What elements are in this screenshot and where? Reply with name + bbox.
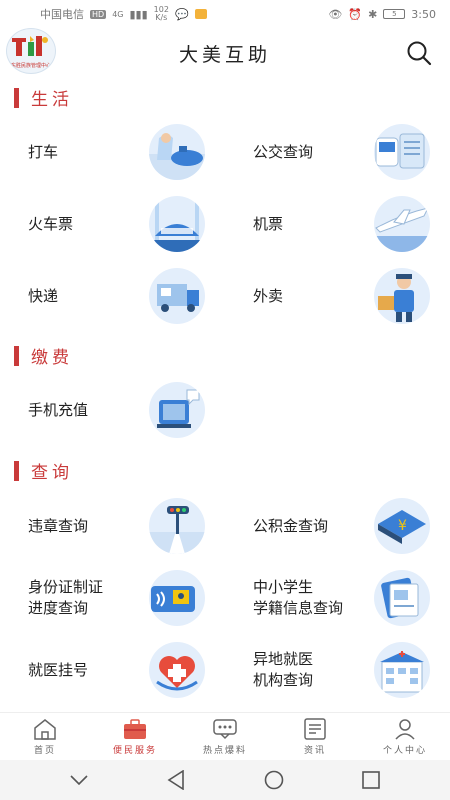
service-provident-fund-query[interactable]: 公积金查询 ¥ bbox=[225, 494, 450, 558]
collapse-button[interactable] bbox=[67, 768, 91, 792]
nav-hot-tips[interactable]: 热点爆料 bbox=[180, 713, 270, 760]
speed-label: 102 K/s bbox=[153, 5, 169, 22]
carrier-label: 中国电信 bbox=[40, 8, 84, 21]
recents-button[interactable] bbox=[359, 768, 383, 792]
nav-home[interactable]: 首页 bbox=[0, 713, 90, 760]
airplane-icon bbox=[374, 196, 430, 252]
system-navigation-bar bbox=[0, 760, 450, 800]
app-header: 东胜民族管理中心 大美互助 bbox=[0, 28, 450, 78]
taxi-icon bbox=[149, 124, 205, 180]
service-label: 手机充值 bbox=[28, 400, 89, 419]
toolbox-icon bbox=[124, 718, 146, 739]
wechat-icon: 💬 bbox=[174, 7, 189, 21]
nav-news[interactable]: 资讯 bbox=[270, 713, 360, 760]
service-label-line1: 身份证制证 bbox=[28, 578, 104, 596]
section-marker bbox=[14, 460, 19, 481]
service-takeout[interactable]: 外卖 bbox=[225, 264, 450, 328]
service-label: 违章查询 bbox=[28, 516, 89, 535]
battery-icon: 5 bbox=[383, 9, 406, 19]
home-button[interactable] bbox=[262, 768, 286, 792]
recents-square-icon bbox=[362, 771, 381, 789]
notification-icon bbox=[194, 9, 207, 19]
service-phone-recharge[interactable]: 手机充值 bbox=[0, 378, 225, 442]
news-icon bbox=[304, 717, 326, 740]
service-bus[interactable]: 公交查询 bbox=[225, 120, 450, 184]
nav-label: 便民服务 bbox=[112, 745, 157, 756]
nav-label: 个人中心 bbox=[382, 745, 427, 756]
section-title: 生活 bbox=[31, 90, 73, 110]
service-violation-query[interactable]: 违章查询 bbox=[0, 494, 225, 558]
nav-services[interactable]: 便民服务 bbox=[90, 713, 180, 760]
delivery-truck-icon bbox=[149, 268, 205, 324]
train-icon bbox=[149, 196, 205, 252]
section-title: 缴费 bbox=[31, 348, 73, 368]
chat-bubble-icon bbox=[213, 718, 237, 739]
service-label: 快递 bbox=[28, 286, 59, 305]
service-label: 机票 bbox=[253, 214, 284, 233]
service-label: 打车 bbox=[28, 142, 59, 161]
service-student-record-query[interactable]: 中小学生 学籍信息查询 bbox=[225, 566, 450, 630]
service-id-card-progress[interactable]: 身份证制证 进度查询 bbox=[0, 566, 225, 630]
section-header-query: 查询 bbox=[14, 458, 73, 483]
eye-icon: 👁 bbox=[328, 7, 343, 21]
medical-heart-icon bbox=[149, 642, 205, 698]
section-marker bbox=[14, 345, 19, 366]
signal-icon: ▮▮▮ bbox=[129, 7, 148, 21]
svg-text:¥: ¥ bbox=[398, 518, 407, 534]
service-label: 公交查询 bbox=[253, 142, 314, 161]
nav-label: 热点爆料 bbox=[202, 745, 247, 756]
service-taxi[interactable]: 打车 bbox=[0, 120, 225, 184]
status-bar: 中国电信 HD 4G ▮▮▮ 102 K/s 💬 👁 ⏰ ✱ 5 3:50 bbox=[0, 0, 450, 28]
service-flight-ticket[interactable]: 机票 bbox=[225, 192, 450, 256]
service-express[interactable]: 快递 bbox=[0, 264, 225, 328]
hd-badge: HD bbox=[90, 9, 107, 19]
network-label: 4G bbox=[112, 9, 124, 19]
section-marker bbox=[14, 87, 19, 108]
provident-fund-icon: ¥ bbox=[374, 498, 430, 554]
service-label: 公积金查询 bbox=[253, 516, 329, 535]
section-header-payment: 缴费 bbox=[14, 343, 73, 368]
time-label: 3:50 bbox=[411, 7, 436, 21]
bluetooth-icon: ✱ bbox=[368, 7, 378, 21]
home-icon bbox=[34, 718, 56, 740]
service-medical-registration[interactable]: 就医挂号 bbox=[0, 638, 225, 702]
traffic-light-icon bbox=[149, 498, 205, 554]
service-label-line2: 学籍信息查询 bbox=[253, 599, 344, 617]
bottom-navigation: 首页 便民服务 热点爆料 资讯 个人中心 bbox=[0, 712, 450, 760]
phone-recharge-icon bbox=[149, 382, 205, 438]
nav-label: 资讯 bbox=[303, 745, 326, 756]
service-label-line2: 机构查询 bbox=[253, 671, 314, 689]
service-label: 异地就医 机构查询 bbox=[253, 649, 313, 691]
logo-figures-icon bbox=[12, 35, 48, 56]
service-label-line1: 异地就医 bbox=[253, 650, 314, 668]
food-delivery-icon bbox=[374, 268, 430, 324]
alarm-icon: ⏰ bbox=[348, 7, 363, 21]
logo-text: 东胜民族管理中心 bbox=[10, 62, 51, 69]
bus-icon bbox=[374, 124, 430, 180]
hospital-icon bbox=[374, 642, 430, 698]
service-label: 就医挂号 bbox=[28, 660, 89, 679]
back-button[interactable] bbox=[164, 768, 188, 792]
service-label: 身份证制证 进度查询 bbox=[28, 577, 103, 619]
person-icon bbox=[395, 718, 415, 740]
nav-profile[interactable]: 个人中心 bbox=[360, 713, 450, 760]
service-label-line2: 进度查询 bbox=[28, 599, 89, 617]
service-label: 外卖 bbox=[253, 286, 284, 305]
service-label: 火车票 bbox=[28, 214, 74, 233]
service-train-ticket[interactable]: 火车票 bbox=[0, 192, 225, 256]
chevron-down-icon bbox=[70, 775, 88, 785]
page-title: 大美互助 bbox=[178, 43, 271, 66]
app-logo: 东胜民族管理中心 bbox=[6, 28, 56, 74]
service-label-line1: 中小学生 bbox=[253, 578, 314, 596]
back-triangle-icon bbox=[167, 770, 185, 790]
search-icon[interactable] bbox=[406, 40, 432, 66]
service-label: 中小学生 学籍信息查询 bbox=[253, 577, 343, 619]
home-circle-icon bbox=[264, 770, 284, 790]
section-header-life: 生活 bbox=[14, 85, 73, 110]
nav-label: 首页 bbox=[33, 745, 56, 756]
id-card-icon bbox=[149, 570, 205, 626]
service-remote-medical-query[interactable]: 异地就医 机构查询 bbox=[225, 638, 450, 702]
student-record-icon bbox=[374, 570, 430, 626]
section-title: 查询 bbox=[31, 463, 73, 483]
